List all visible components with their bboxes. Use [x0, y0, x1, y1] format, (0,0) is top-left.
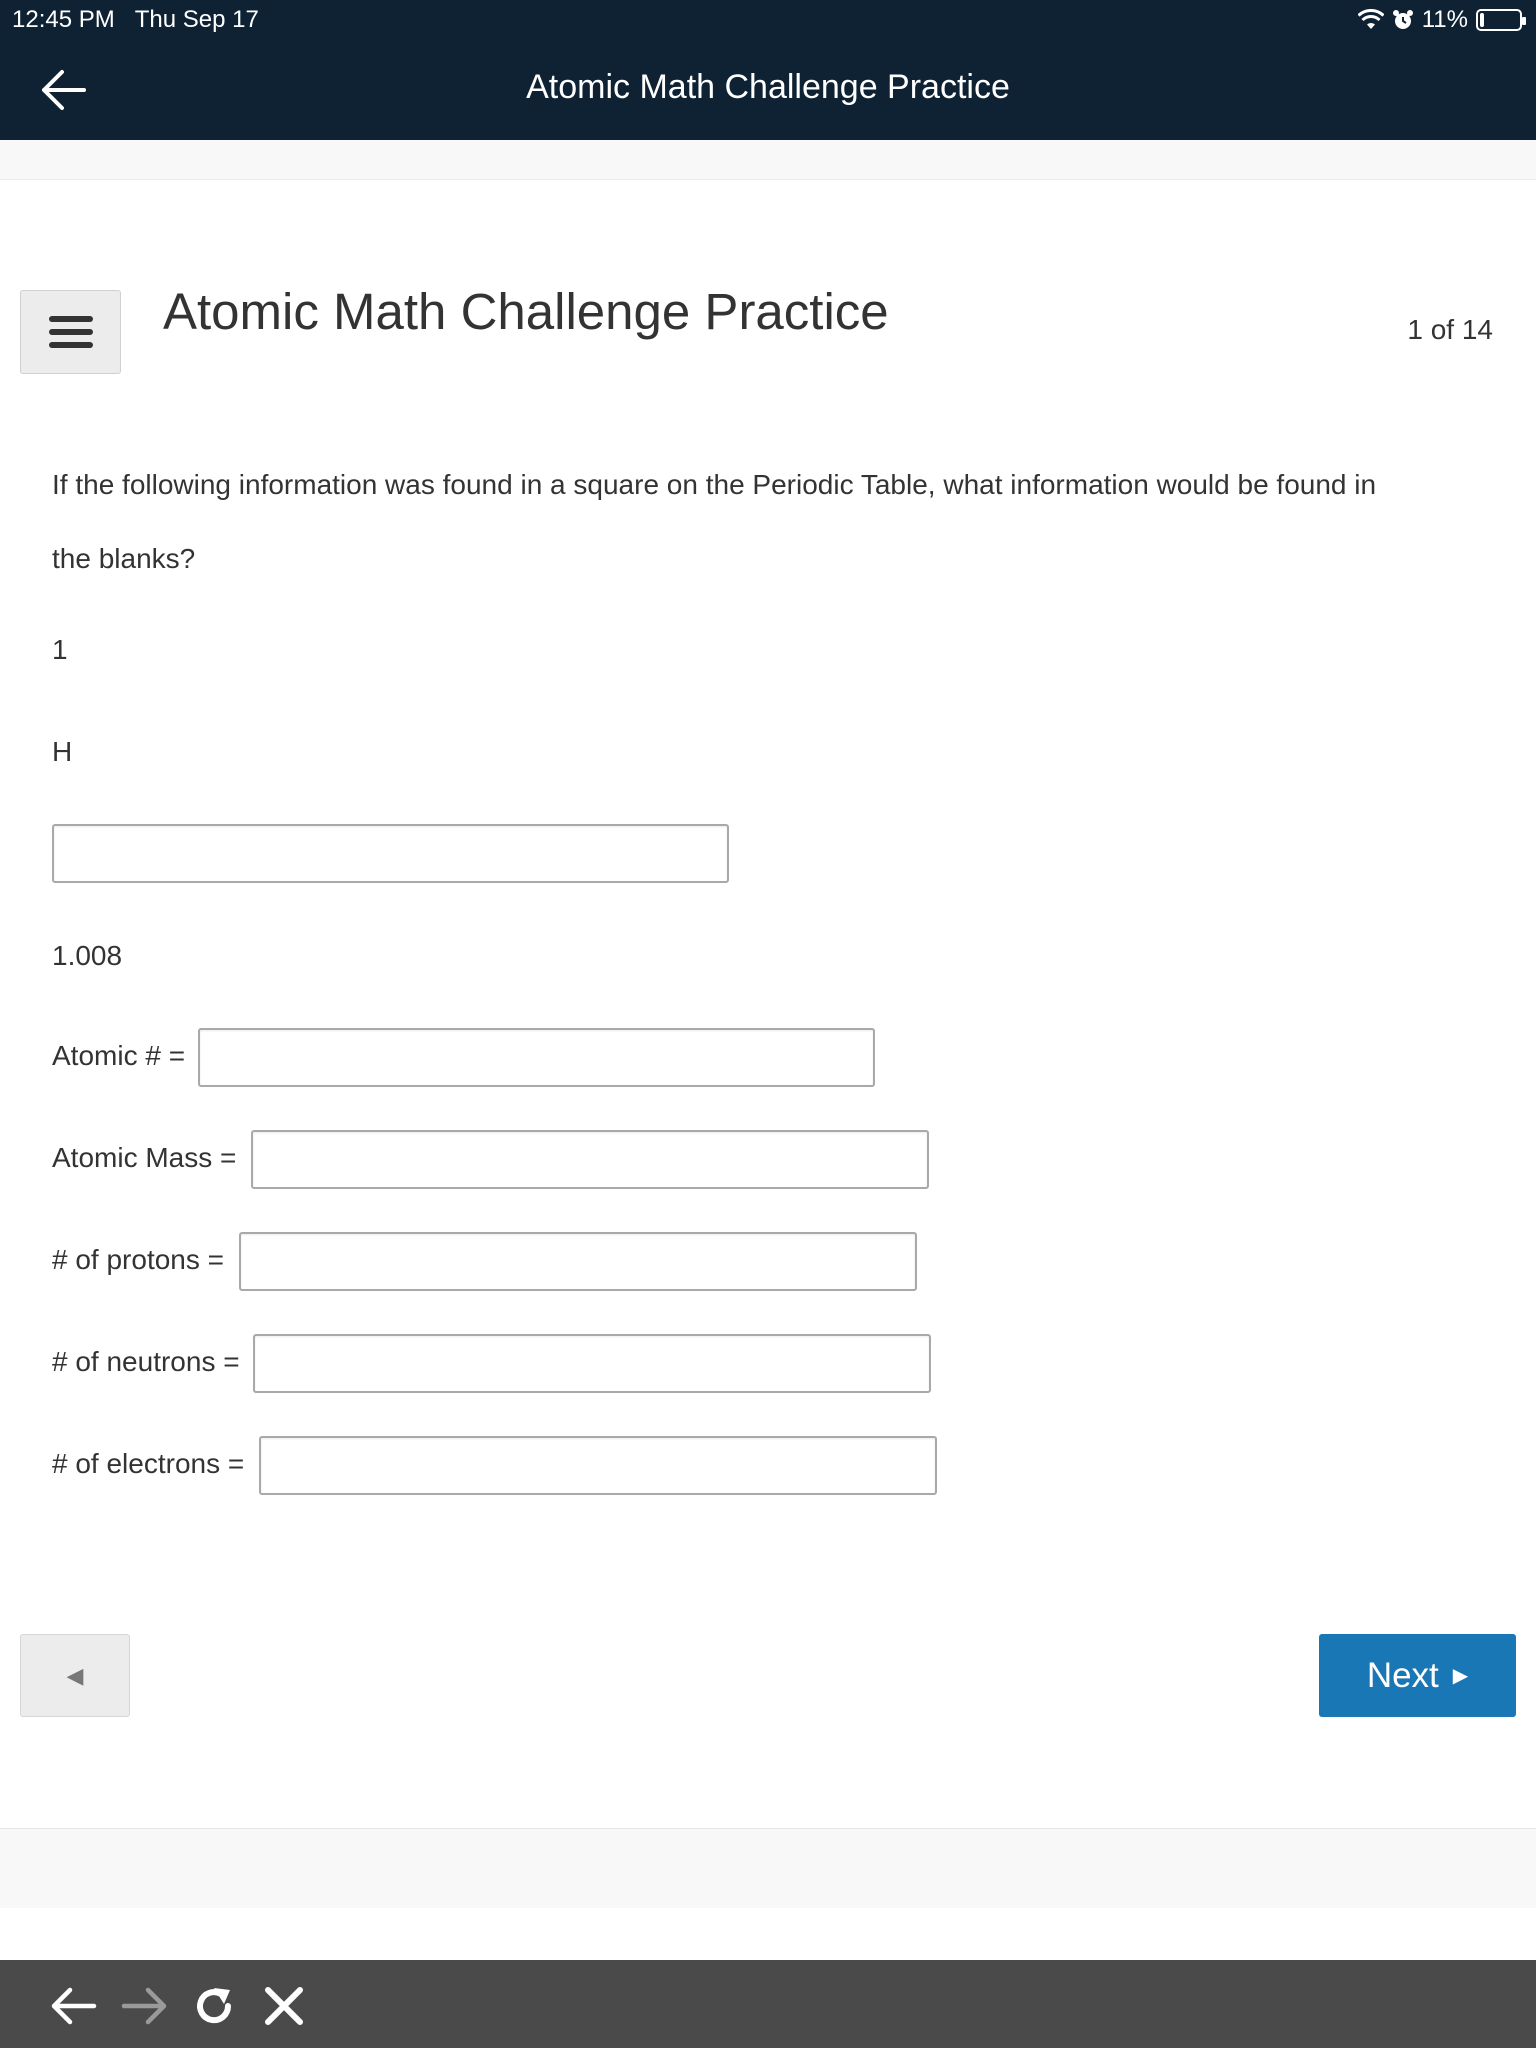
element-atomic-number: 1	[52, 634, 68, 665]
atomic-mass-label: Atomic Mass =	[52, 1142, 237, 1173]
page-counter: 1 of 14	[1407, 314, 1493, 345]
alarm-icon	[1392, 10, 1413, 29]
previous-triangle-icon: ◀	[66, 1662, 84, 1688]
protons-label: # of protons =	[52, 1244, 225, 1275]
browser-toolbar	[0, 1960, 1536, 2048]
element-symbol: H	[52, 736, 73, 767]
electrons-input[interactable]	[259, 1436, 937, 1495]
electrons-label: # of electrons =	[52, 1448, 245, 1479]
next-button-label: Next	[1366, 1655, 1439, 1695]
close-icon[interactable]	[258, 1980, 310, 2032]
menu-button[interactable]	[20, 290, 121, 374]
atomic-mass-input[interactable]	[251, 1130, 929, 1189]
question-text: If the following information was found i…	[52, 469, 1377, 574]
page-title: Atomic Math Challenge Practice	[163, 283, 889, 340]
protons-input[interactable]	[239, 1232, 917, 1291]
reload-icon[interactable]	[188, 1980, 240, 2032]
top-divider-strip	[0, 140, 1536, 180]
previous-button[interactable]: ◀	[20, 1634, 130, 1717]
bottom-divider-strip	[0, 1828, 1536, 1908]
back-arrow-icon[interactable]	[48, 1980, 100, 2032]
nav-title: Atomic Math Challenge Practice	[526, 68, 1010, 106]
battery-fill	[1480, 13, 1484, 27]
wifi-icon	[1357, 9, 1384, 29]
status-date-text: Thu Sep 17	[134, 6, 259, 33]
next-triangle-icon: ▶	[1452, 1665, 1469, 1687]
status-time-text: 12:45 PM	[12, 6, 115, 33]
element-name-input[interactable]	[52, 824, 729, 883]
element-mass: 1.008	[52, 940, 123, 971]
hamburger-menu-icon	[48, 316, 93, 348]
next-button[interactable]: Next ▶	[1319, 1634, 1516, 1717]
battery-icon	[1476, 9, 1526, 31]
status-indicators: 11%	[1357, 6, 1526, 34]
atomic-number-input[interactable]	[198, 1028, 875, 1087]
status-time: 12:45 PM Thu Sep 17	[12, 6, 259, 34]
atomic-number-label: Atomic # =	[52, 1040, 186, 1071]
neutrons-label: # of neutrons =	[52, 1346, 240, 1377]
battery-percent: 11%	[1421, 6, 1468, 33]
forward-arrow-icon[interactable]	[118, 1980, 170, 2032]
neutrons-input[interactable]	[253, 1334, 931, 1393]
top-bar: 12:45 PM Thu Sep 17 11% Atomic Math Chal…	[0, 0, 1536, 140]
